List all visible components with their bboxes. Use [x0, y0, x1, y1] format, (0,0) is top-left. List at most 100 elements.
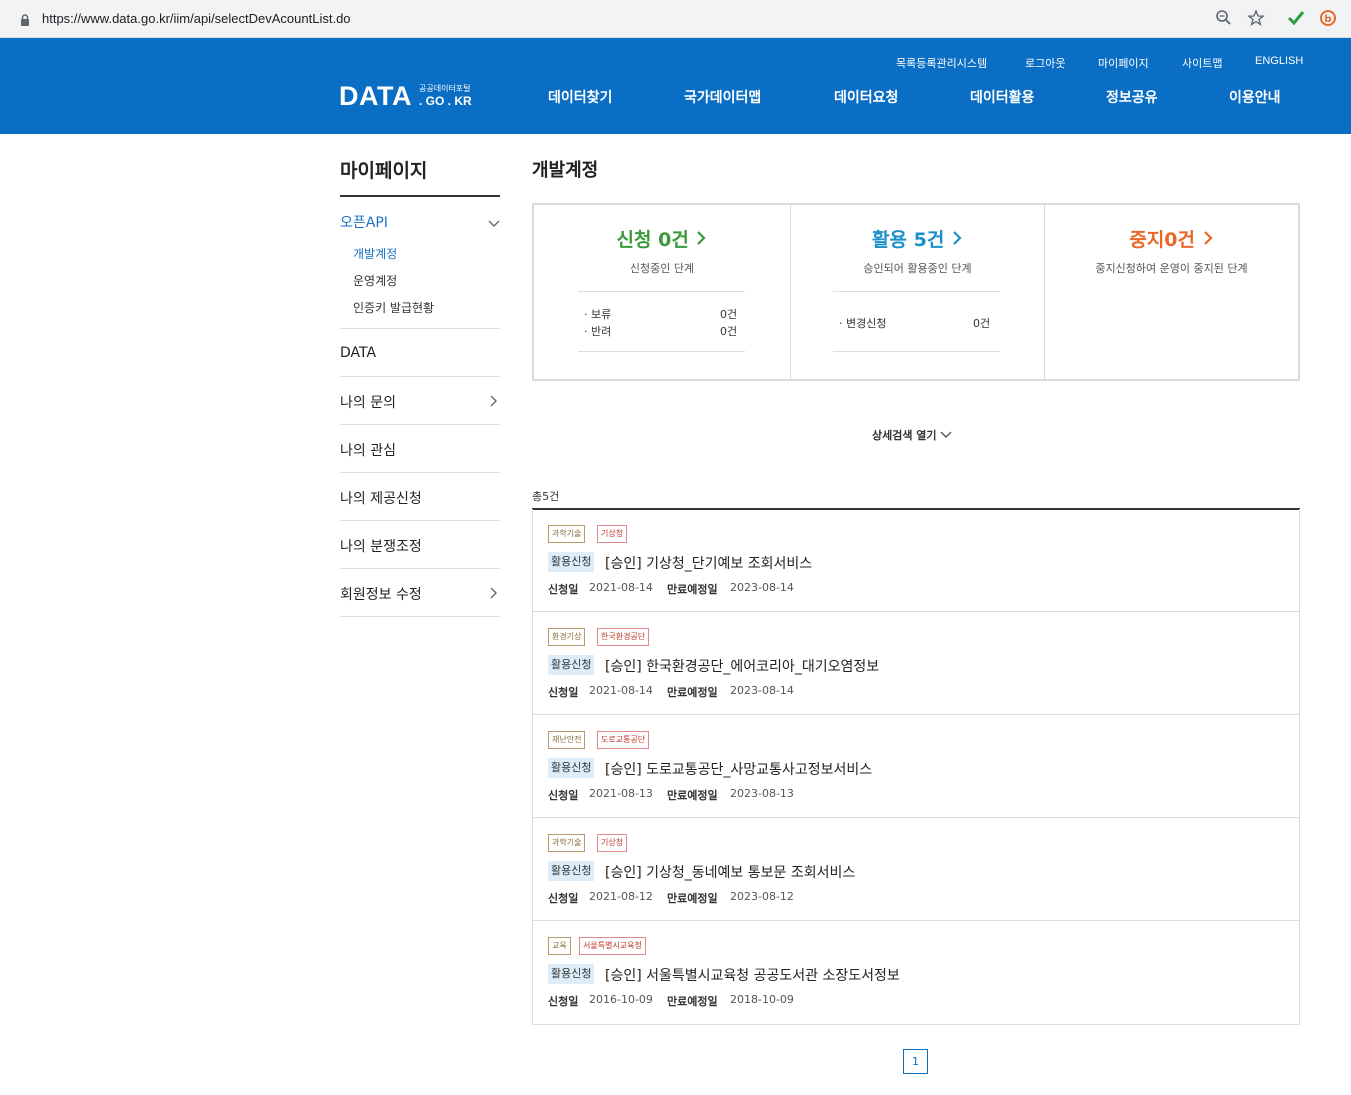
sidebar-sub-dev-account[interactable]: 개발계정 [353, 245, 397, 262]
sidebar-item-open-api[interactable]: 오픈API [340, 212, 388, 232]
total-count: 총5건 [532, 490, 560, 503]
logo-domain: . GO . KR [419, 94, 472, 108]
sidebar-item-provide-request[interactable]: 나의 제공신청 [340, 488, 422, 508]
apply-date: 2021-08-13 [589, 787, 653, 800]
star-icon[interactable] [1247, 9, 1265, 31]
zoom-icon[interactable] [1215, 9, 1233, 31]
status-stop: 중지0건 중지신청하여 운영이 중지된 단계 [1045, 205, 1298, 379]
sidebar-item-dispute[interactable]: 나의 분쟁조정 [340, 536, 422, 556]
browser-address-bar: https://www.data.go.kr/iim/api/selectDev… [0, 0, 1351, 38]
nav-data-search[interactable]: 데이터찾기 [548, 87, 612, 107]
status-use-desc: 승인되어 활용중인 단계 [863, 262, 972, 275]
sidebar-divider [340, 616, 500, 617]
util-link-mypage[interactable]: 마이페이지 [1098, 55, 1149, 71]
detail-search-toggle[interactable]: 상세검색 열기 [872, 427, 952, 443]
item-title[interactable]: [승인] 기상청_단기예보 조회서비스 [605, 553, 812, 573]
sidebar-item-interest[interactable]: 나의 관심 [340, 440, 396, 460]
category-tag: 교육 [548, 937, 571, 955]
category-tag: 과학기술 [548, 525, 586, 543]
expire-date: 2023-08-12 [730, 890, 794, 903]
list-item[interactable]: 환경기상 한국환경공단 활용신청 [승인] 한국환경공단_에어코리아_대기오염정… [533, 612, 1299, 715]
status-use: 활용 5건 승인되어 활용중인 단계 · 변경신청 0건 [791, 205, 1044, 379]
category-tag: 재난안전 [548, 731, 586, 749]
status-row-value: 0건 [973, 317, 991, 330]
expire-date-label: 만료예정일 [667, 686, 718, 699]
expire-date-label: 만료예정일 [667, 583, 718, 596]
list-item[interactable]: 재난안전 도로교통공단 활용신청 [승인] 도로교통공단_사망교통사고정보서비스… [533, 715, 1299, 818]
lock-icon [20, 12, 30, 31]
status-apply-detail: · 보류 0건 · 반려 0건 [578, 291, 745, 352]
site-header: 목록등록관리시스템 로그아웃 마이페이지 사이트맵 ENGLISH DATA 공… [0, 38, 1351, 134]
status-badge: 활용신청 [548, 552, 595, 572]
status-row-label: · 변경신청 [839, 317, 887, 330]
sidebar-item-member-edit[interactable]: 회원정보 수정 [340, 584, 422, 604]
util-link-english[interactable]: ENGLISH [1255, 55, 1303, 67]
list-item[interactable]: 교육 서울특별시교육청 활용신청 [승인] 서울특별시교육청 공공도서관 소장도… [533, 921, 1299, 1024]
status-stop-desc: 중지신청하여 운영이 중지된 단계 [1095, 262, 1248, 275]
item-title[interactable]: [승인] 서울특별시교육청 공공도서관 소장도서정보 [605, 965, 900, 985]
nav-data-request[interactable]: 데이터요청 [834, 87, 898, 107]
status-apply-count: 신청 0건 [616, 229, 689, 251]
status-summary: 신청 0건 신청중인 단계 · 보류 0건 · 반려 0건 활용 5건 승인되어… [532, 203, 1300, 381]
detail-search-label: 상세검색 열기 [872, 429, 937, 442]
status-apply-link[interactable]: 신청 0건 [534, 225, 790, 252]
chevron-right-icon [953, 231, 962, 245]
pagination-page[interactable]: 1 [903, 1049, 928, 1074]
url-text[interactable]: https://www.data.go.kr/iim/api/selectDev… [42, 11, 351, 26]
expire-date: 2023-08-13 [730, 787, 794, 800]
site-logo[interactable]: DATA [339, 81, 412, 112]
chevron-right-icon[interactable] [487, 585, 501, 604]
chevron-right-icon [697, 231, 707, 245]
sidebar-divider [340, 376, 500, 377]
status-apply-desc: 신청중인 단계 [629, 262, 695, 275]
list-item[interactable]: 과학기술 기상청 활용신청 [승인] 기상청_동네예보 통보문 조회서비스 신청… [533, 818, 1299, 921]
nav-guide[interactable]: 이용안내 [1229, 87, 1281, 107]
status-use-link[interactable]: 활용 5건 [791, 225, 1044, 252]
logo-subtitle: 공공데이터포털 [419, 84, 471, 93]
nav-info-share[interactable]: 정보공유 [1106, 87, 1158, 107]
status-use-count: 활용 5건 [872, 229, 945, 251]
apply-date-label: 신청일 [548, 583, 579, 596]
util-link-logout[interactable]: 로그아웃 [1025, 55, 1065, 71]
apply-date-label: 신청일 [548, 995, 579, 1008]
status-row-label: · 반려 [584, 325, 612, 338]
sidebar-divider [340, 424, 500, 425]
chevron-down-icon[interactable] [487, 214, 501, 233]
item-title[interactable]: [승인] 한국환경공단_에어코리아_대기오염정보 [605, 656, 879, 676]
sidebar-item-inquiry[interactable]: 나의 문의 [340, 392, 396, 412]
status-row-value: 0건 [720, 308, 738, 321]
sidebar-item-data[interactable]: DATA [340, 345, 376, 361]
status-badge: 활용신청 [548, 964, 595, 984]
chevron-right-icon[interactable] [487, 393, 501, 412]
list-item[interactable]: 과학기술 기상청 활용신청 [승인] 기상청_단기예보 조회서비스 신청일 20… [533, 509, 1299, 612]
status-row-value: 0건 [720, 325, 738, 338]
sidebar-sub-auth-key[interactable]: 인증키 발급현황 [353, 299, 434, 316]
account-list: 과학기술 기상청 활용신청 [승인] 기상청_단기예보 조회서비스 신청일 20… [532, 509, 1300, 1025]
status-badge: 활용신청 [548, 655, 595, 675]
sidebar-sub-ops-account[interactable]: 운영계정 [353, 272, 397, 289]
expire-date: 2023-08-14 [730, 581, 794, 594]
status-stop-link[interactable]: 중지0건 [1045, 225, 1298, 252]
util-link-sitemap[interactable]: 사이트맵 [1182, 55, 1222, 71]
nav-national-data-map[interactable]: 국가데이터맵 [684, 87, 761, 107]
status-stop-count: 중지0건 [1129, 229, 1196, 251]
apply-date: 2021-08-14 [589, 581, 653, 594]
nav-data-use[interactable]: 데이터활용 [970, 87, 1034, 107]
extension-b-icon[interactable]: b [1319, 9, 1337, 31]
expire-date-label: 만료예정일 [667, 892, 718, 905]
item-title[interactable]: [승인] 기상청_동네예보 통보문 조회서비스 [605, 862, 855, 882]
status-apply: 신청 0건 신청중인 단계 · 보류 0건 · 반려 0건 [534, 205, 790, 379]
category-tag: 과학기술 [548, 834, 586, 852]
category-tag: 환경기상 [548, 628, 586, 646]
apply-date-label: 신청일 [548, 789, 579, 802]
svg-text:b: b [1324, 14, 1331, 25]
util-link-catalog[interactable]: 목록등록관리시스템 [896, 55, 987, 71]
apply-date-label: 신청일 [548, 892, 579, 905]
page-title: 개발계정 [532, 160, 599, 181]
status-badge: 활용신청 [548, 758, 595, 778]
sidebar-divider [340, 520, 500, 521]
item-title[interactable]: [승인] 도로교통공단_사망교통사고정보서비스 [605, 759, 872, 779]
apply-date: 2021-08-12 [589, 890, 653, 903]
check-extension-icon[interactable] [1287, 9, 1305, 31]
sidebar-title-divider [340, 195, 500, 197]
